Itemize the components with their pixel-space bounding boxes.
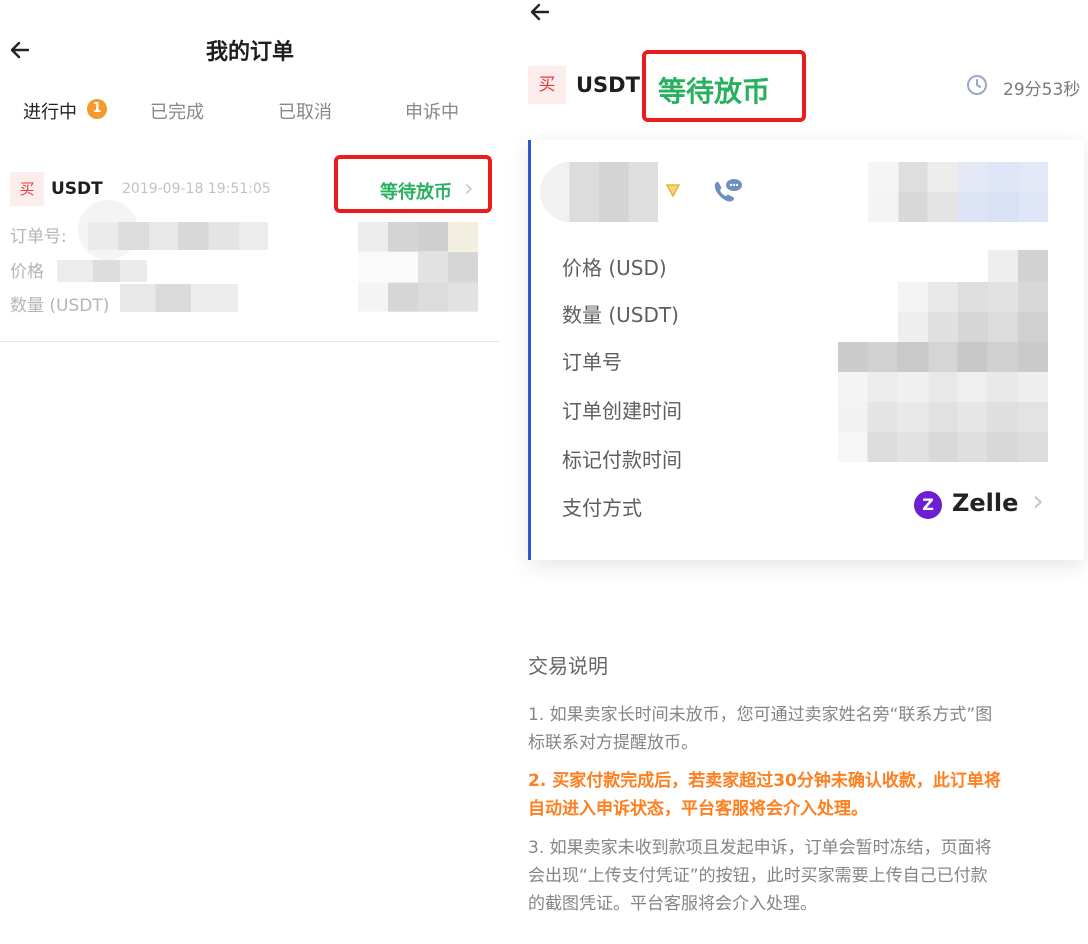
coin-name: USDT [51, 179, 103, 199]
countdown-timer: 29分53秒 [1003, 80, 1081, 100]
order-detail-header: 买 USDT 等待放币 29分53秒 [520, 0, 1088, 140]
tab-appeal[interactable]: 申诉中 [405, 98, 459, 124]
order-time: 2019-09-18 19:51:05 [122, 181, 271, 197]
tab-badge: 1 [87, 99, 107, 119]
price-label: 价格 [10, 262, 44, 282]
note-1-line-2: 标联系对方提醒放币。 [528, 733, 698, 753]
order-id-label: 订单号: [10, 227, 67, 247]
quantity-label: 数量 (USDT) [10, 296, 110, 316]
status-highlight-box [642, 50, 806, 122]
note-2-line-2: 自动进入申诉状态，平台客服将会介入处理。 [528, 799, 868, 819]
tab-cancelled[interactable]: 已取消 [278, 98, 332, 124]
note-3: 3. 如果卖家未收到款项且发起申诉，订单会暂时冻结，页面将 会出现“上传支付凭证… [528, 834, 1078, 918]
zelle-logo-icon: Z [914, 491, 942, 519]
buy-tag: 买 [10, 172, 44, 206]
redacted-quantity-value [898, 282, 1048, 342]
detail-label-price: 价格 (USD) [562, 256, 667, 280]
status-highlight-box [334, 155, 492, 213]
redacted-values [358, 222, 478, 312]
redacted-seller-info [868, 162, 1048, 222]
redacted-price [57, 260, 147, 282]
note-2-line-1: 2. 买家付款完成后，若卖家超过30分钟未确认收款，此订单将 [528, 771, 1001, 791]
redacted-order-id [88, 222, 268, 250]
tab-in-progress[interactable]: 进行中 [23, 98, 77, 124]
buy-tag: 买 [528, 66, 566, 104]
order-list-screen: 我的订单 进行中 1 已完成 已取消 申诉中 买 USDT 2019-09-18… [0, 0, 500, 944]
detail-label-created-time: 订单创建时间 [562, 399, 682, 423]
back-arrow-icon[interactable] [528, 0, 552, 24]
coin-name: USDT [576, 73, 640, 97]
divider [0, 341, 500, 342]
clock-icon [966, 74, 988, 96]
tab-completed[interactable]: 已完成 [150, 98, 204, 124]
phone-chat-icon[interactable] [710, 176, 744, 206]
note-3-line-1: 3. 如果卖家未收到款项且发起申诉，订单会暂时冻结，页面将 [528, 838, 992, 858]
payment-method-value[interactable]: Zelle [952, 489, 1018, 517]
note-3-line-2: 会出现“上传支付凭证”的按钮，此时买家需要上传自己已付款 [528, 866, 988, 886]
redacted-quantity [120, 284, 238, 312]
card-accent-bar [528, 140, 531, 560]
page-title: 我的订单 [205, 40, 294, 65]
detail-label-order-id: 订单号 [562, 350, 622, 374]
detail-label-paid-time: 标记付款时间 [562, 448, 682, 472]
chevron-right-icon[interactable]: › [1032, 484, 1044, 519]
notes-title: 交易说明 [528, 654, 608, 678]
redacted-order-details [838, 342, 1048, 462]
redacted-price-value [988, 250, 1048, 282]
note-1-line-1: 1. 如果卖家长时间未放币，您可通过卖家姓名旁“联系方式”图 [528, 705, 993, 725]
detail-label-quantity: 数量 (USDT) [562, 303, 679, 327]
note-2-warning: 2. 买家付款完成后，若卖家超过30分钟未确认收款，此订单将 自动进入申诉状态，… [528, 767, 1078, 823]
verified-badge-icon [664, 181, 682, 199]
note-3-line-3: 的截图凭证。平台客服将会介入处理。 [528, 894, 817, 914]
redacted-seller-name [540, 162, 658, 222]
detail-label-payment-method: 支付方式 [562, 496, 642, 520]
note-1: 1. 如果卖家长时间未放币，您可通过卖家姓名旁“联系方式”图 标联系对方提醒放币… [528, 701, 1078, 757]
